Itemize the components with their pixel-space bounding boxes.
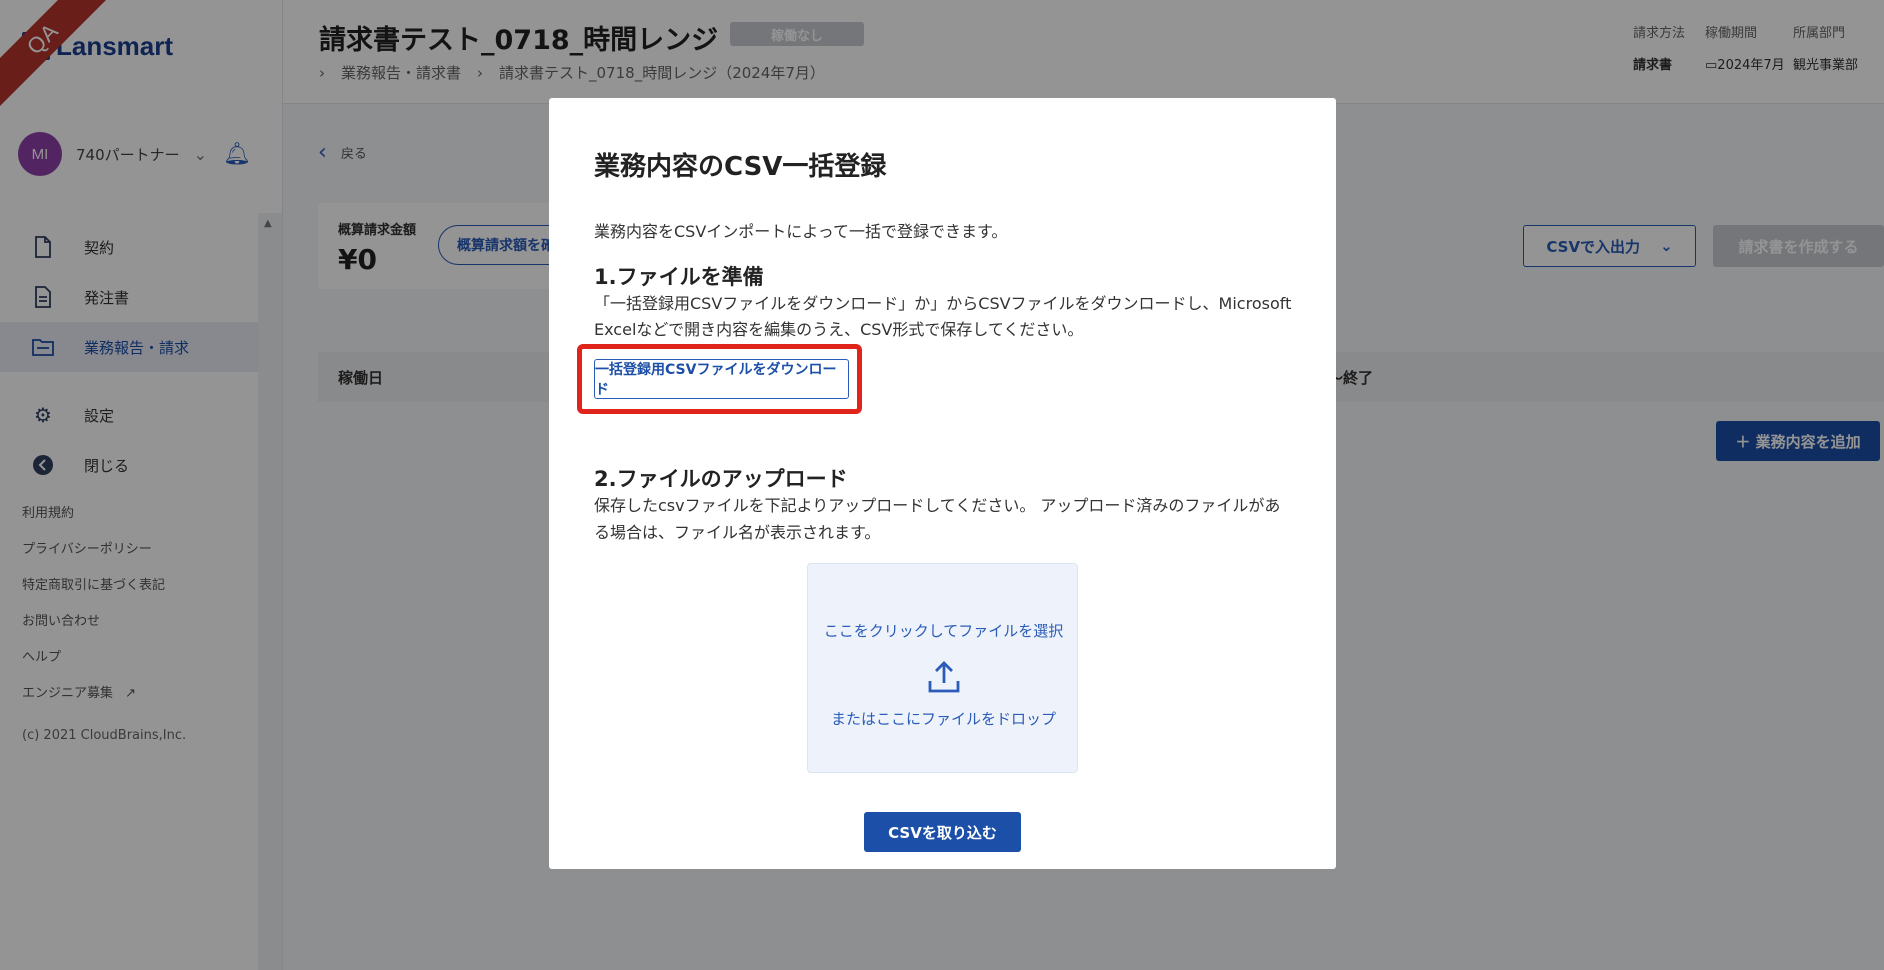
step1-title: 1.ファイルを準備 [594,265,764,289]
download-template-button[interactable]: 一括登録用CSVファイルをダウンロード [594,359,849,399]
modal-intro: 業務内容をCSVインポートによって一括で登録できます。 [594,222,1008,241]
dropzone-select-text: ここをクリックしてファイルを選択 [823,622,1064,640]
step1-description: 「一括登録用CSVファイルをダウンロード」か」からCSVファイルをダウンロードし… [594,294,1292,339]
modal-title: 業務内容のCSV一括登録 [594,152,887,182]
step2-title: 2.ファイルのアップロード [594,467,848,491]
upload-icon [926,659,962,695]
csv-import-modal: 業務内容のCSV一括登録 業務内容をCSVインポートによって一括で登録できます。… [549,98,1336,869]
dropzone-drop-text: またはここにファイルをドロップ [830,710,1056,728]
import-csv-button[interactable]: CSVを取り込む [864,812,1021,852]
file-dropzone[interactable]: ここをクリックしてファイルを選択 またはここにファイルをドロップ [807,563,1078,773]
step2-description: 保存したcsvファイルを下記よりアップロードしてください。 アップロード済みのフ… [594,496,1281,542]
